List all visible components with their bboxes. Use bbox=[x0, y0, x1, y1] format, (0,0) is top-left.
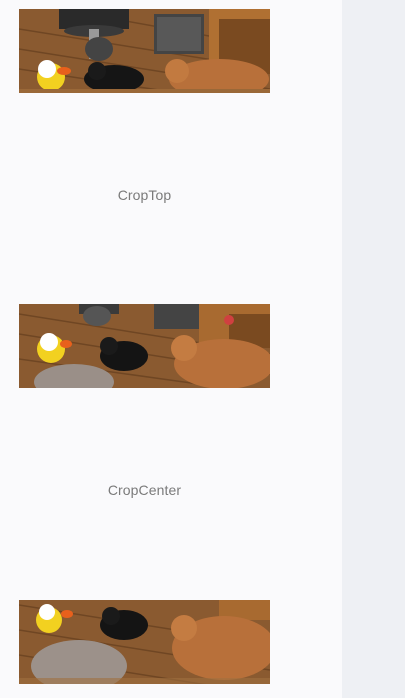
photo-dogs-cropcenter-image bbox=[19, 600, 270, 684]
photo-dogs-1-image bbox=[19, 9, 270, 93]
crop-top-label: CropTop bbox=[117, 187, 172, 203]
photo-dogs-croptop-image bbox=[19, 304, 270, 388]
image-crop-list: CropTop CropCenter bbox=[0, 0, 342, 698]
photo-dogs-cropcenter bbox=[19, 600, 270, 684]
photo-dogs-1 bbox=[19, 9, 270, 93]
side-panel bbox=[342, 0, 405, 698]
photo-dogs-croptop bbox=[19, 304, 270, 388]
crop-center-label: CropCenter bbox=[107, 482, 182, 498]
